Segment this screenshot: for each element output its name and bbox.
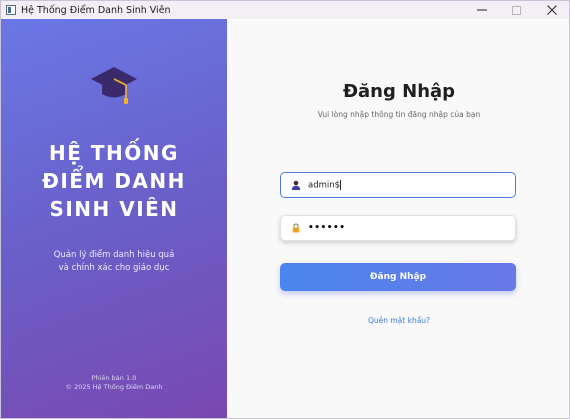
minimize-icon: [476, 9, 487, 11]
password-field[interactable]: ••••••: [280, 215, 516, 241]
app-subtitle: Quản lý điểm danh hiệu quả và chính xác …: [1, 249, 227, 275]
login-subtitle: Vui lòng nhập thông tin đăng nhập của bạ…: [317, 110, 481, 119]
app-title-line: ĐIỂM DANH: [42, 169, 186, 193]
login-title: Đăng Nhập: [342, 81, 456, 102]
copyright-label: © 2025 Hệ Thống Điểm Danh: [65, 383, 163, 391]
app-subtitle-line: Quản lý điểm danh hiệu quả: [53, 250, 175, 260]
minimize-button[interactable]: [464, 1, 499, 19]
login-panel: Đăng Nhập Vui lòng nhập thông tin đăng n…: [227, 19, 569, 418]
password-value[interactable]: ••••••: [308, 223, 346, 233]
brand-panel: HỆ THỐNG ĐIỂM DANH SINH VIÊN Quản lý điể…: [1, 19, 227, 418]
graduation-cap-icon: [91, 67, 137, 104]
window-title: Hệ Thống Điểm Danh Sinh Viên: [21, 4, 171, 16]
close-icon: [546, 5, 557, 15]
title-bar[interactable]: Hệ Thống Điểm Danh Sinh Viên: [1, 1, 569, 19]
username-value[interactable]: admin$: [308, 179, 342, 191]
app-title-line: HỆ THỐNG: [49, 141, 179, 165]
app-window: Hệ Thống Điểm Danh Sinh Viên HỆ THỐNG ĐI…: [0, 0, 570, 419]
version-footer: Phiên bản 1.0 © 2025 Hệ Thống Điểm Danh: [1, 374, 227, 392]
version-label: Phiên bản 1.0: [91, 374, 137, 382]
username-field[interactable]: admin$: [280, 172, 516, 198]
maximize-button[interactable]: [499, 1, 534, 19]
maximize-icon: [512, 5, 521, 15]
forgot-password-link[interactable]: Quên mật khẩu?: [227, 316, 569, 325]
username-text: admin$: [308, 180, 341, 191]
app-title-line: SINH VIÊN: [49, 197, 179, 221]
lock-icon: [290, 222, 302, 234]
text-caret: [340, 179, 342, 190]
app-subtitle-line: và chính xác cho giáo dục: [58, 263, 170, 273]
app-title: HỆ THỐNG ĐIỂM DANH SINH VIÊN: [1, 139, 227, 223]
login-button[interactable]: Đăng Nhập: [280, 263, 516, 291]
user-icon: [290, 179, 302, 191]
app-icon: [6, 5, 16, 15]
window-controls: [464, 1, 569, 19]
close-button[interactable]: [534, 1, 569, 19]
